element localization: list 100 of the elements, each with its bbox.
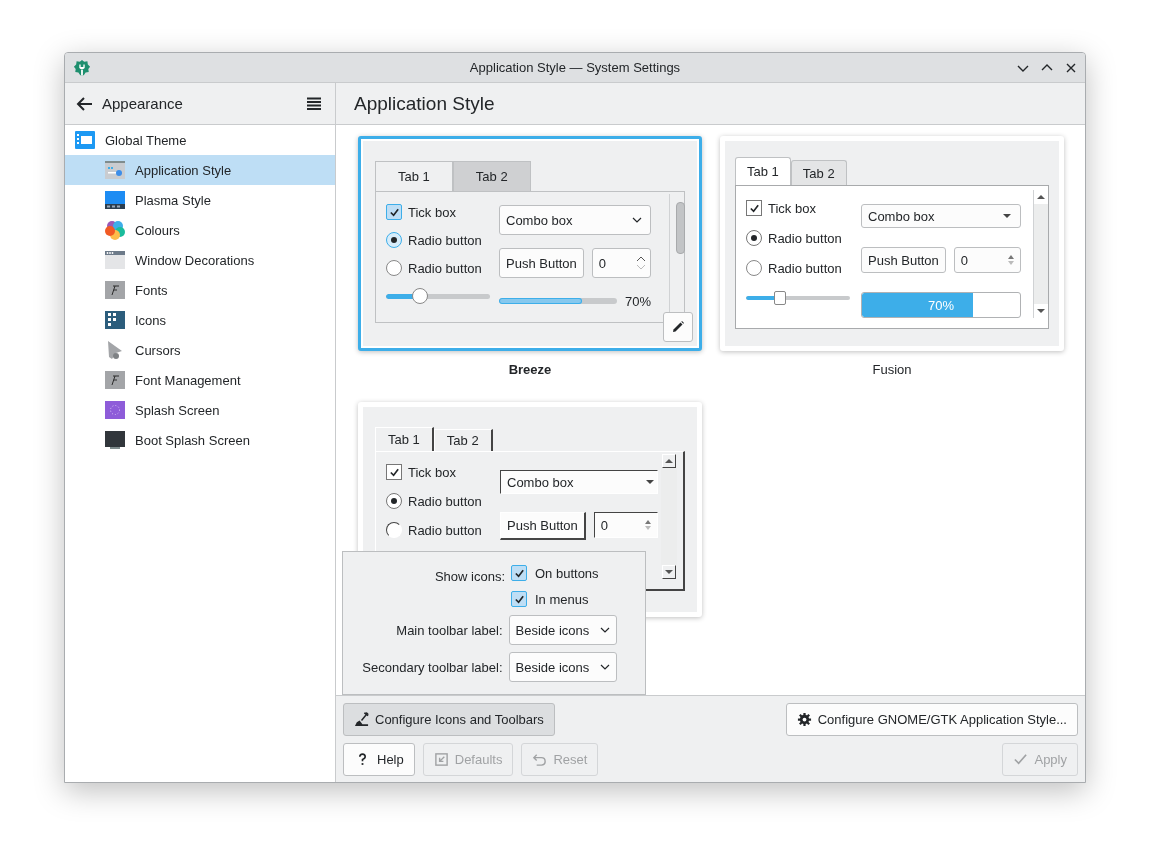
checkbox-label: Tick box bbox=[408, 464, 456, 480]
up-arrow-icon bbox=[1037, 194, 1045, 200]
style-preview[interactable]: Tab 1 Tab 2 Tick box Radio button Radio button Combo box Push Button 0 70% bbox=[358, 136, 702, 351]
sidebar-item[interactable]: Application Style bbox=[65, 155, 335, 185]
configure-gtk-button[interactable]: Configure GNOME/GTK Application Style... bbox=[785, 703, 1078, 736]
font-icon bbox=[105, 280, 125, 300]
checkmark-icon bbox=[513, 593, 525, 605]
colour-circles-icon bbox=[105, 220, 125, 240]
radio-button[interactable] bbox=[386, 522, 402, 538]
spin-box[interactable]: 0 bbox=[953, 247, 1021, 273]
radio-button[interactable] bbox=[746, 260, 762, 276]
radio-label: Radio button bbox=[408, 260, 482, 276]
checkbox-label: Tick box bbox=[408, 204, 456, 220]
slider[interactable] bbox=[746, 290, 850, 306]
scrollbar[interactable] bbox=[661, 454, 677, 579]
checkmark-icon bbox=[1013, 752, 1029, 767]
push-button[interactable]: Push Button bbox=[861, 247, 946, 273]
footer-button[interactable]: Help bbox=[343, 743, 415, 776]
scroll-down-button[interactable] bbox=[662, 565, 676, 579]
window-icon bbox=[75, 130, 95, 150]
settings-icon bbox=[796, 712, 812, 727]
radio-button[interactable] bbox=[386, 232, 402, 248]
down-arrow-icon bbox=[665, 569, 673, 575]
undo-icon bbox=[532, 752, 548, 767]
pencil-icon bbox=[671, 320, 685, 334]
grid-icon bbox=[105, 310, 125, 330]
push-button[interactable]: Push Button bbox=[500, 512, 586, 540]
checkbox-label: In menus bbox=[535, 591, 589, 607]
checkbox[interactable] bbox=[746, 200, 762, 216]
progress-reading: 70% bbox=[624, 293, 651, 309]
checkmark-icon bbox=[388, 206, 400, 218]
sidebar-item[interactable]: Colours bbox=[65, 215, 335, 245]
back-arrow-icon[interactable] bbox=[75, 95, 93, 112]
sidebar-item[interactable]: Window Decorations bbox=[65, 245, 335, 275]
radio-button[interactable] bbox=[386, 493, 402, 509]
checkbox[interactable] bbox=[386, 204, 402, 220]
slider-handle[interactable] bbox=[774, 291, 787, 305]
checkmark-icon bbox=[388, 466, 400, 478]
menu-icon[interactable] bbox=[307, 96, 321, 111]
reset-defaults-icon bbox=[433, 752, 449, 767]
style-name: Fusion bbox=[872, 362, 912, 377]
sidebar-item[interactable]: Icons bbox=[65, 305, 335, 335]
down-arrow-icon bbox=[1037, 308, 1045, 314]
push-button[interactable]: Push Button bbox=[499, 248, 584, 278]
scroll-up-button[interactable] bbox=[662, 454, 676, 468]
monitor-icon bbox=[105, 430, 125, 450]
progress-reading: 70% bbox=[927, 296, 955, 315]
tab[interactable]: Tab 2 bbox=[452, 161, 531, 191]
up-arrow-icon bbox=[665, 458, 673, 464]
checkbox-label: Tick box bbox=[768, 200, 816, 216]
checkbox[interactable] bbox=[511, 565, 527, 581]
caret-icon bbox=[600, 664, 610, 670]
combo-box[interactable]: Combo box bbox=[499, 205, 651, 235]
page-title: Application Style bbox=[354, 92, 495, 115]
radio-button[interactable] bbox=[386, 260, 402, 276]
tab[interactable]: Tab 1 bbox=[735, 157, 791, 185]
window-decoration-icon bbox=[105, 250, 125, 270]
configure-icons-button[interactable]: Configure Icons and Toolbars bbox=[343, 703, 555, 736]
sidebar-item[interactable]: Splash Screen bbox=[65, 395, 335, 425]
caret-icon bbox=[632, 217, 642, 223]
radio-label: Radio button bbox=[768, 260, 842, 276]
tools-icon bbox=[354, 712, 369, 727]
sidebar-item[interactable]: Boot Splash Screen bbox=[65, 425, 335, 455]
category-title: Appearance bbox=[102, 95, 184, 112]
sidebar-item[interactable]: Font Management bbox=[65, 365, 335, 395]
checkmark-icon bbox=[748, 202, 760, 214]
tab[interactable]: Tab 1 bbox=[375, 161, 453, 191]
slider-handle[interactable] bbox=[412, 288, 429, 304]
close-icon[interactable] bbox=[1065, 61, 1077, 74]
edit-button[interactable] bbox=[663, 312, 693, 342]
radio-button[interactable] bbox=[746, 230, 762, 246]
tab[interactable]: Tab 2 bbox=[790, 160, 847, 185]
sidebar-item[interactable]: Cursors bbox=[65, 335, 335, 365]
tab[interactable]: Tab 1 bbox=[375, 427, 434, 451]
dropdown[interactable]: Beside icons bbox=[508, 615, 617, 645]
gear-wrench-icon bbox=[73, 58, 91, 77]
sidebar-item[interactable]: Global Theme bbox=[65, 125, 335, 155]
spin-box[interactable]: 0 bbox=[591, 248, 651, 278]
window-title: Application Style — System Settings bbox=[469, 60, 681, 75]
spin-box[interactable]: 0 bbox=[593, 512, 658, 538]
sidebar-item[interactable]: Plasma Style bbox=[65, 185, 335, 215]
radio-label: Radio button bbox=[408, 493, 482, 509]
radio-label: Radio button bbox=[408, 522, 482, 538]
combo-box[interactable]: Combo box bbox=[861, 204, 1021, 228]
slider[interactable] bbox=[386, 288, 490, 304]
spin-arrows-icon[interactable] bbox=[636, 255, 646, 271]
sidebar-item[interactable]: Fonts bbox=[65, 275, 335, 305]
checkbox[interactable] bbox=[511, 591, 527, 607]
radio-label: Radio button bbox=[408, 232, 482, 248]
widgets-icon bbox=[105, 160, 125, 180]
checkbox-label: On buttons bbox=[535, 565, 599, 581]
scrollbar[interactable] bbox=[1033, 190, 1048, 318]
combo-box[interactable]: Combo box bbox=[500, 470, 658, 494]
checkbox[interactable] bbox=[386, 464, 402, 480]
scrollbar[interactable] bbox=[669, 194, 684, 312]
style-preview[interactable]: Tab 1 Tab 2 Tick box Radio button Radio button Combo box Push Button 0 70% bbox=[720, 136, 1064, 351]
tab[interactable]: Tab 2 bbox=[433, 429, 493, 451]
dropdown[interactable]: Beside icons bbox=[508, 652, 617, 682]
font-icon bbox=[105, 370, 125, 390]
field-label: Show icons: bbox=[433, 568, 505, 586]
